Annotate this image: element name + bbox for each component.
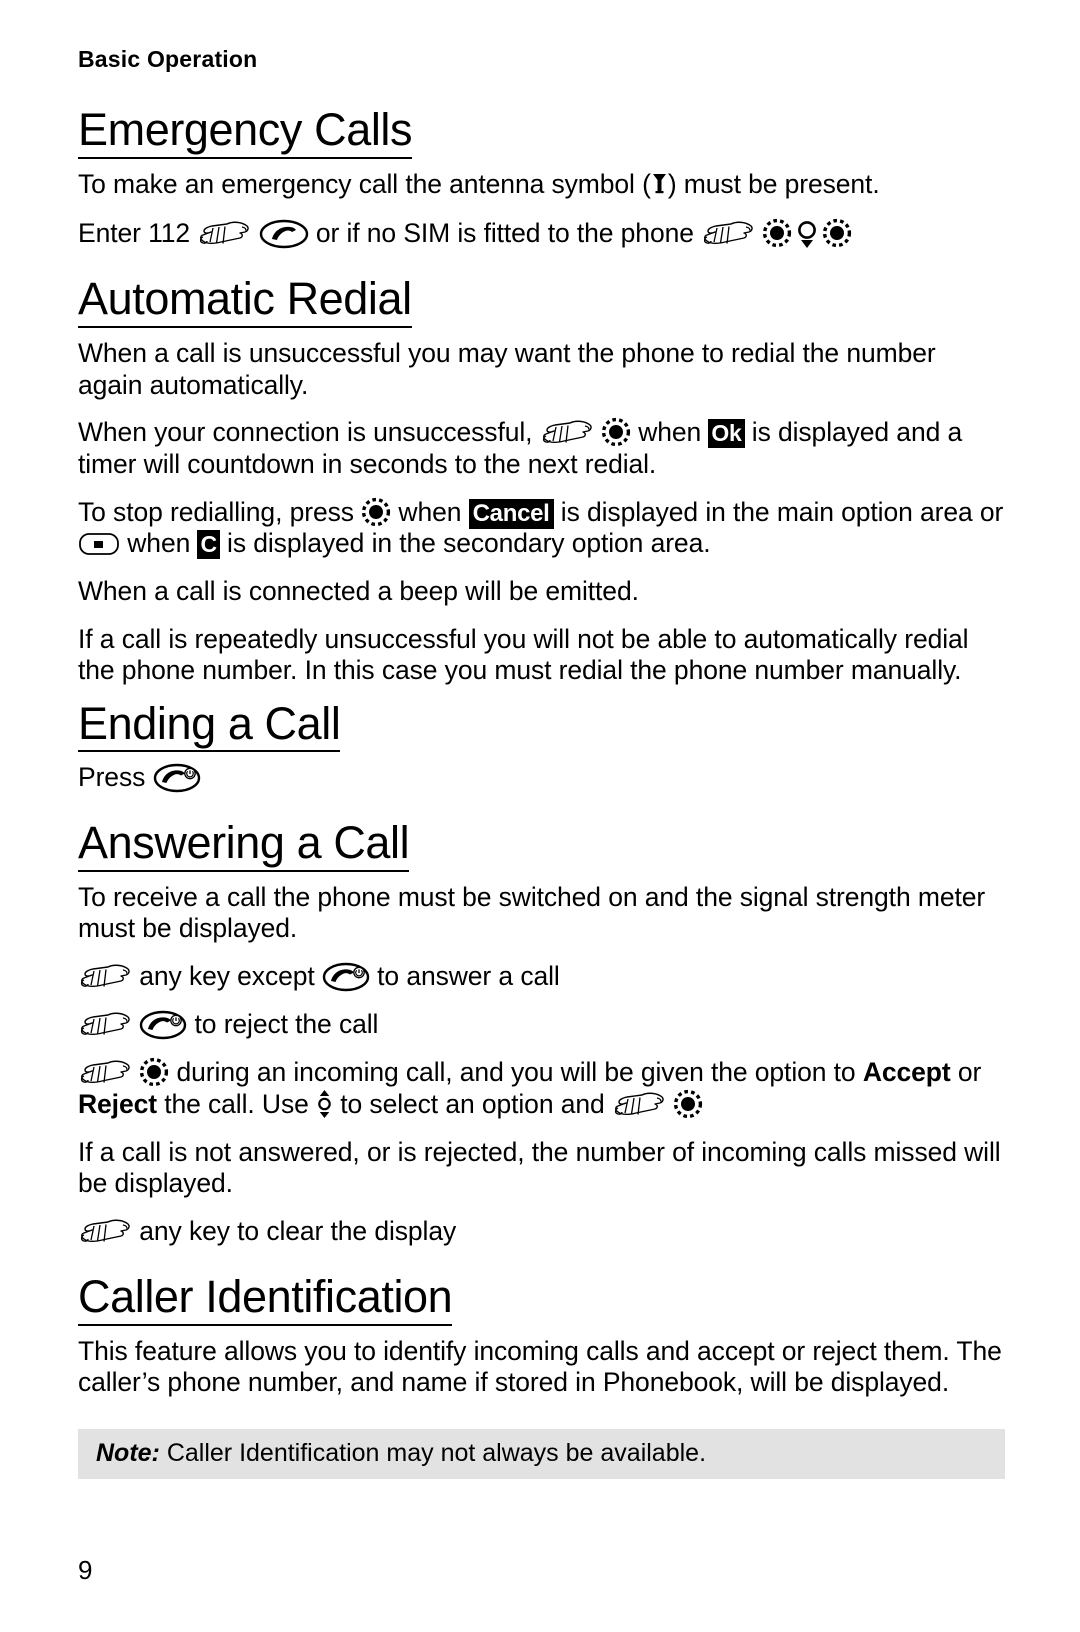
press-hand-icon [612, 1089, 666, 1121]
paragraph-redial-ok: When your connection is unsuccessful, wh… [78, 417, 963, 480]
section-answering-a-call: Answering a Call [78, 820, 1005, 872]
press-hand-icon [197, 218, 251, 250]
paragraph-emergency-enter-112: Enter 112 or if no SIM is fitted to the … [78, 216, 1005, 250]
note-text: Caller Identification may not always be … [159, 1438, 707, 1467]
soft-key-icon [78, 530, 120, 558]
press-hand-icon [78, 1009, 132, 1041]
antenna-icon [651, 171, 668, 197]
navigation-key-icon [792, 216, 822, 250]
send-key-icon [259, 219, 309, 249]
end-key-icon [139, 1010, 187, 1040]
running-head: Basic Operation [78, 46, 258, 72]
note-box: Note: Caller Identification may not alwa… [78, 1428, 1005, 1479]
emphasis-text: Accept [862, 1056, 951, 1087]
paragraph-answering-intro: To receive a call the phone must be swit… [78, 881, 986, 944]
press-hand-icon [701, 218, 755, 250]
paragraph-callerid-intro: This feature allows you to identify inco… [78, 1335, 1002, 1398]
page-content: Emergency Calls To make an emergency call… [78, 107, 1005, 1399]
display-badge-c: C [197, 530, 220, 560]
manual-page: Basic Operation Emergency Calls To make a… [0, 0, 1080, 1632]
select-key-icon [822, 218, 852, 248]
emphasis-text: Reject [78, 1088, 157, 1119]
page-number: 9 [78, 1555, 93, 1585]
navigation-key-small-icon [316, 1089, 333, 1119]
press-hand-icon [78, 1057, 132, 1089]
display-badge-cancel: Cancel [468, 498, 554, 529]
section-automatic-redial: Automatic Redial [78, 276, 1005, 329]
end-key-icon [322, 962, 370, 992]
press-hand-icon [78, 961, 132, 993]
paragraph-ending-press: Press [78, 762, 1005, 794]
paragraph-redial-beep: When a call is connected a beep will be … [78, 575, 639, 606]
section-heading-ending-a-call: Ending a Call [78, 700, 341, 753]
select-key-icon [139, 1057, 169, 1087]
press-hand-icon [540, 417, 594, 449]
section-caller-identification: Caller Identification [78, 1274, 1005, 1326]
paragraph-answering-clear: any key to clear the display [78, 1216, 1005, 1248]
section-heading-automatic-redial: Automatic Redial [78, 276, 412, 329]
section-ending-a-call: Ending a Call [78, 700, 1005, 753]
select-key-icon [361, 497, 391, 527]
end-key-icon [153, 763, 201, 793]
press-hand-icon [78, 1216, 132, 1248]
paragraph-answering-options: during an incoming call, and you will be… [78, 1056, 982, 1121]
paragraph-answering-missed: If a call is not answered, or is rejecte… [78, 1136, 1001, 1199]
paragraph-redial-cancel: To stop redialling, press when Cancel is… [78, 496, 1004, 560]
section-emergency-calls: Emergency Calls [78, 107, 1005, 159]
display-badge-ok: Ok [708, 419, 745, 449]
note-label: Note: [96, 1438, 160, 1467]
paragraph-answering-anykey: any key except to answer a call [78, 961, 1005, 993]
paragraph-redial-manual: If a call is repeatedly unsuccessful you… [78, 623, 969, 686]
select-key-icon [673, 1089, 703, 1119]
select-key-icon [762, 218, 792, 248]
section-heading-emergency-calls: Emergency Calls [78, 107, 413, 159]
paragraph-emergency-antenna: To make an emergency call the antenna sy… [78, 168, 880, 199]
section-heading-caller-identification: Caller Identification [78, 1274, 453, 1326]
paragraph-redial-intro: When a call is unsuccessful you may want… [78, 338, 936, 400]
select-key-icon [601, 417, 631, 447]
section-heading-answering-a-call: Answering a Call [78, 820, 410, 872]
paragraph-answering-reject: to reject the call [78, 1009, 1005, 1041]
